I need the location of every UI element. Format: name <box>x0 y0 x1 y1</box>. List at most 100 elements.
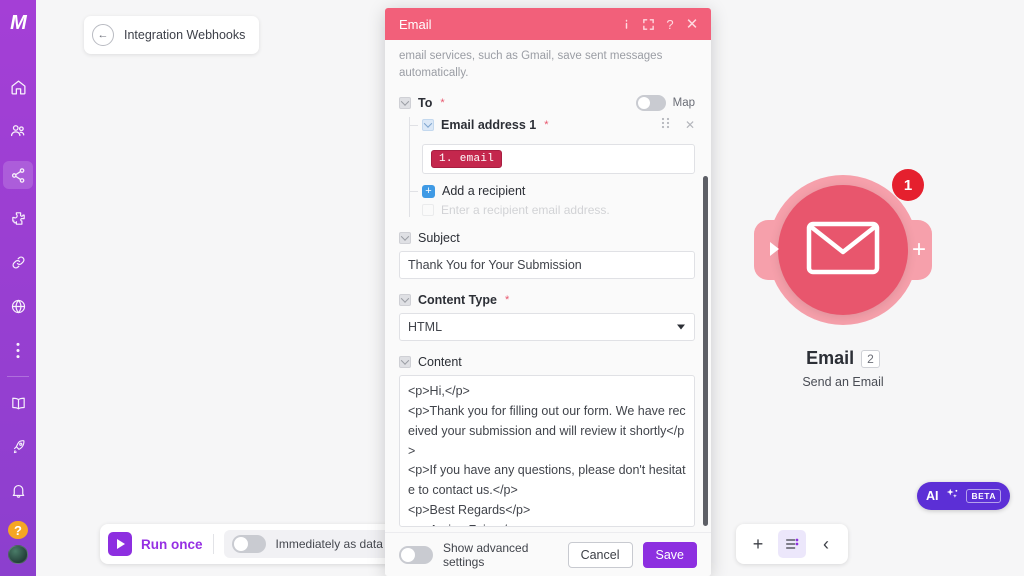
puzzle-icon <box>10 210 27 227</box>
subject-field-row: Subject <box>399 231 695 245</box>
sidebar-item-docs[interactable] <box>3 389 33 417</box>
left-sidebar: M ? <box>0 0 36 576</box>
home-icon <box>10 79 27 96</box>
close-icon[interactable]: ✕ <box>681 13 703 35</box>
run-once-label: Run once <box>141 536 203 552</box>
drag-handle-icon[interactable] <box>661 117 670 132</box>
email-address-input[interactable]: 1. email <box>422 144 695 175</box>
modal-scrollbar[interactable] <box>703 176 708 526</box>
help-icon[interactable]: ? <box>659 13 681 35</box>
recipient-placeholder-row: Enter a recipient email address. <box>422 203 695 217</box>
envelope-icon <box>806 220 880 281</box>
content-type-value: HTML <box>408 320 443 335</box>
email-address-required-mark: * <box>544 118 549 131</box>
to-collapse-toggle[interactable] <box>399 97 411 110</box>
sidebar-item-home[interactable] <box>3 74 33 102</box>
gmail-hint-text: email services, such as Gmail, save sent… <box>399 50 663 79</box>
to-label: To <box>418 96 433 111</box>
ai-assistant-button[interactable]: AI BETA <box>916 482 1010 510</box>
node-add-button[interactable]: + <box>912 238 926 262</box>
plus-icon[interactable]: + <box>744 530 772 558</box>
map-label: Map <box>672 97 695 110</box>
expand-icon[interactable] <box>637 13 659 35</box>
node-number: 2 <box>861 349 880 368</box>
breadcrumb-label: Integration Webhooks <box>124 28 246 42</box>
recipient-placeholder-checkbox <box>422 204 434 217</box>
run-once-button[interactable]: Run once <box>108 532 203 556</box>
sidebar-item-more[interactable] <box>3 337 33 365</box>
sidebar-item-connections[interactable] <box>3 249 33 277</box>
add-recipient-button[interactable]: + Add a recipient <box>410 184 695 199</box>
app-root: M ? ← Integration Webhooks + 1 Email 2 S… <box>0 0 1024 576</box>
email-variable-tag[interactable]: 1. email <box>431 150 503 169</box>
node-title: Email <box>806 348 855 368</box>
content-collapse-toggle[interactable] <box>399 356 411 369</box>
email-node[interactable]: + 1 <box>754 169 932 325</box>
plus-icon: + <box>422 184 435 198</box>
cancel-button[interactable]: Cancel <box>567 541 633 568</box>
node-title-row: Email 2 <box>736 348 950 369</box>
share-icon <box>10 167 27 184</box>
bottom-toolbar-right: + ‹ <box>736 524 848 564</box>
toolbar-divider <box>212 534 214 554</box>
help-button[interactable]: ? <box>8 520 28 540</box>
sparkles-icon <box>945 487 959 506</box>
chevron-down-icon <box>677 324 685 330</box>
remove-recipient-icon[interactable]: ✕ <box>685 118 695 132</box>
content-type-collapse-toggle[interactable] <box>399 294 411 307</box>
node-flow-arrow <box>770 242 779 256</box>
team-icon <box>9 122 27 140</box>
email-node-caption: Email 2 Send an Email <box>736 348 950 389</box>
advanced-settings-toggle[interactable] <box>399 545 433 564</box>
sidebar-item-get-started[interactable] <box>3 433 33 461</box>
sidebar-item-webhooks[interactable] <box>3 293 33 321</box>
to-required-mark: * <box>440 97 445 110</box>
sidebar-item-notifications[interactable] <box>3 477 33 505</box>
map-toggle[interactable] <box>635 95 666 112</box>
link-icon <box>10 254 27 271</box>
node-core[interactable] <box>778 185 908 315</box>
content-field-row: Content <box>399 355 695 369</box>
subject-input[interactable]: Thank You for Your Submission <box>399 251 695 280</box>
list-settings-icon[interactable] <box>778 530 806 558</box>
content-type-required-mark: * <box>504 294 510 307</box>
to-field-row: To * Map <box>399 95 695 112</box>
sidebar-item-templates[interactable] <box>3 205 33 233</box>
email-address-collapse-toggle[interactable] <box>422 118 434 131</box>
app-logo[interactable]: M <box>0 8 36 40</box>
content-textarea[interactable]: <p>Hi,</p> <p>Thank you for filling out … <box>399 375 695 528</box>
recipient-placeholder-text: Enter a recipient email address. <box>441 203 610 218</box>
sidebar-item-team[interactable] <box>3 117 33 145</box>
node-error-badge[interactable]: 1 <box>892 169 924 201</box>
play-icon <box>108 532 132 556</box>
schedule-toggle[interactable] <box>231 535 266 553</box>
sidebar-item-scenarios[interactable] <box>3 161 33 190</box>
modal-footer: Show advanced settings Cancel Save <box>385 532 711 576</box>
email-address-label: Email address 1 <box>441 117 537 132</box>
book-icon <box>10 395 27 412</box>
back-arrow-icon[interactable]: ← <box>92 24 114 46</box>
modal-title: Email <box>399 16 432 32</box>
subject-label: Subject <box>418 231 460 246</box>
subject-collapse-toggle[interactable] <box>399 232 411 245</box>
more-icon <box>16 342 20 359</box>
sidebar-divider <box>7 376 29 378</box>
globe-icon <box>10 298 27 315</box>
modal-body[interactable]: email services, such as Gmail, save sent… <box>385 40 711 532</box>
content-type-field-row: Content Type * <box>399 293 695 307</box>
ai-label: AI <box>925 489 939 503</box>
beta-badge: BETA <box>966 489 1001 503</box>
content-type-label: Content Type <box>418 293 497 308</box>
email-address-row: Email address 1 * ✕ <box>410 117 695 132</box>
email-module-modal: Email ? ✕ email services, such as Gmail,… <box>385 8 711 576</box>
avatar[interactable] <box>8 545 28 564</box>
chevron-left-icon[interactable]: ‹ <box>812 530 840 558</box>
content-type-select[interactable]: HTML <box>399 313 695 342</box>
breadcrumb[interactable]: ← Integration Webhooks <box>84 16 260 54</box>
advanced-settings-label: Show advanced settings <box>443 540 529 569</box>
save-button[interactable]: Save <box>642 541 697 568</box>
to-nested-group: Email address 1 * ✕ 1. email + Add a rec… <box>409 117 695 218</box>
info-icon[interactable] <box>615 13 637 35</box>
add-recipient-label: Add a recipient <box>442 184 526 199</box>
node-subtitle: Send an Email <box>802 375 884 389</box>
